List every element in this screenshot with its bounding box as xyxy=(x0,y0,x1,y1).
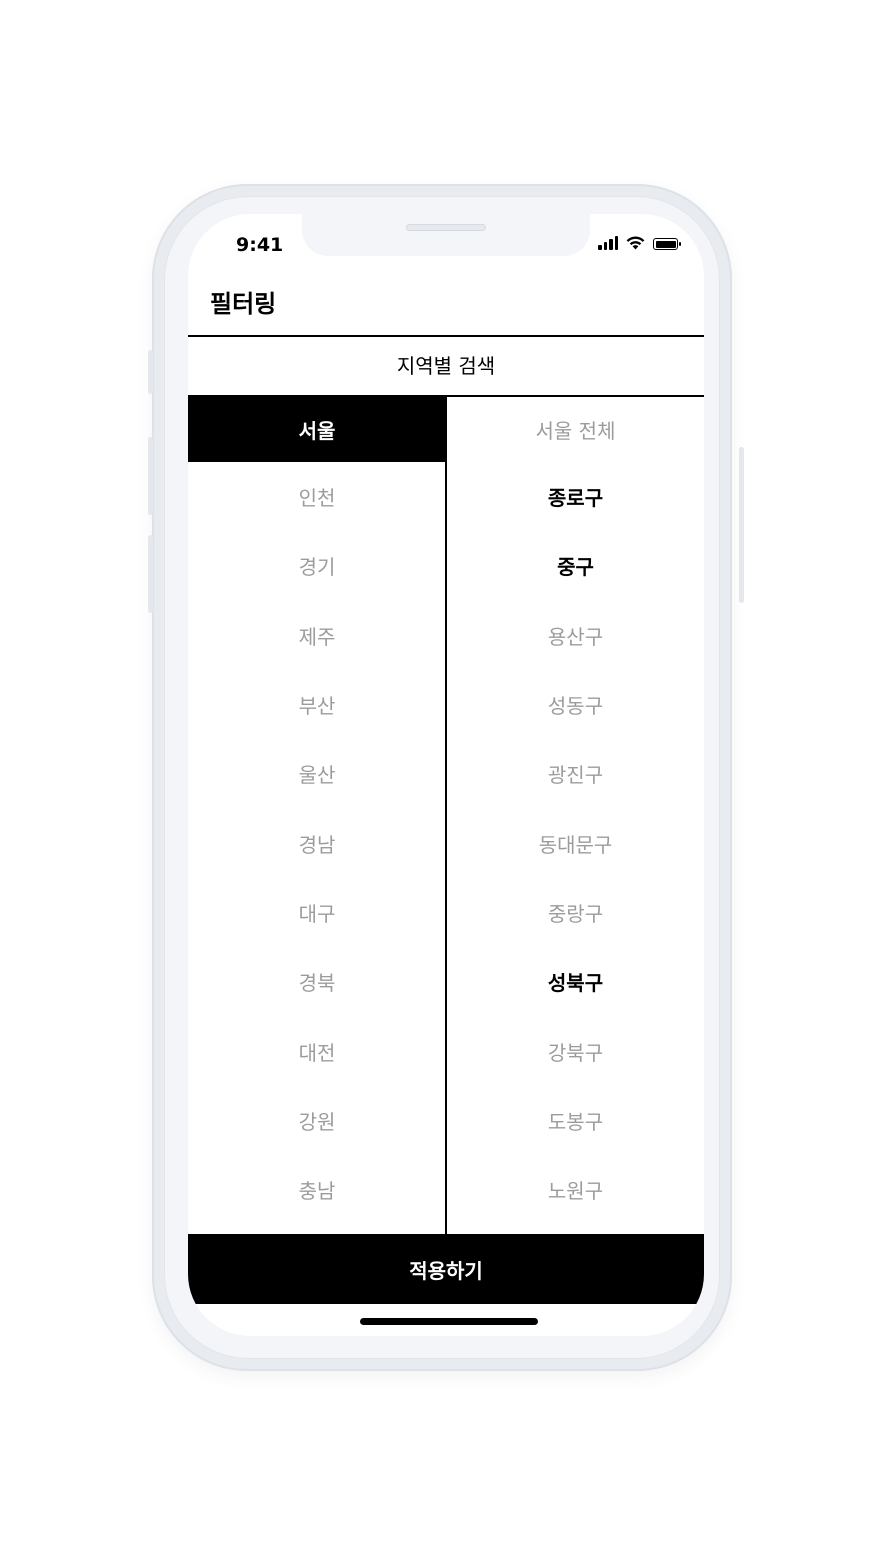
region-item[interactable]: 경남 xyxy=(188,808,446,877)
status-time: 9:41 xyxy=(236,234,284,256)
region-item[interactable]: 인천 xyxy=(188,462,446,531)
district-item[interactable]: 종로구 xyxy=(447,462,704,531)
page-title: 필터링 xyxy=(210,290,277,318)
district-list: 서울 전체 종로구 중구 용산구 성동구 광진구 동대문구 중랑구 성북구 강북구 도봉구 노원구 xyxy=(447,396,704,1224)
district-item[interactable]: 노원구 xyxy=(447,1155,704,1224)
region-item[interactable]: 서울 xyxy=(188,396,446,462)
district-item[interactable]: 용산구 xyxy=(447,601,704,670)
speaker-grille xyxy=(406,224,486,231)
region-item[interactable]: 부산 xyxy=(188,670,446,739)
volume-down-button xyxy=(148,535,153,613)
home-indicator xyxy=(360,1318,538,1325)
district-item[interactable]: 광진구 xyxy=(447,739,704,808)
cellular-signal-icon xyxy=(598,236,618,250)
silent-switch xyxy=(148,350,153,394)
district-item[interactable]: 서울 전체 xyxy=(447,396,704,462)
district-item[interactable]: 강북구 xyxy=(447,1016,704,1085)
section-title: 지역별 검색 xyxy=(396,354,496,378)
wifi-icon xyxy=(626,236,645,250)
district-item[interactable]: 성북구 xyxy=(447,947,704,1016)
region-item[interactable]: 대전 xyxy=(188,1016,446,1085)
district-item[interactable]: 성동구 xyxy=(447,670,704,739)
volume-up-button xyxy=(148,437,153,515)
region-item[interactable]: 울산 xyxy=(188,739,446,808)
apply-button[interactable]: 적용하기 xyxy=(188,1234,704,1304)
region-item[interactable]: 충남 xyxy=(188,1155,446,1224)
status-icons xyxy=(598,236,681,250)
battery-icon xyxy=(653,238,681,250)
region-item[interactable]: 대구 xyxy=(188,878,446,947)
screen: 9:41 필터링 지역별 검색 서울 인천 경기 제주 부산 울산 경남 대구 경북 대전 강원 충남… xyxy=(188,214,704,1336)
region-item[interactable]: 경북 xyxy=(188,947,446,1016)
region-item[interactable]: 경기 xyxy=(188,531,446,600)
district-item[interactable]: 중구 xyxy=(447,531,704,600)
power-button xyxy=(739,447,744,603)
region-list: 서울 인천 경기 제주 부산 울산 경남 대구 경북 대전 강원 충남 xyxy=(188,396,446,1224)
district-item[interactable]: 도봉구 xyxy=(447,1086,704,1155)
region-item[interactable]: 강원 xyxy=(188,1086,446,1155)
district-item[interactable]: 중랑구 xyxy=(447,878,704,947)
region-item[interactable]: 제주 xyxy=(188,601,446,670)
notch xyxy=(302,214,590,256)
district-item[interactable]: 동대문구 xyxy=(447,808,704,877)
